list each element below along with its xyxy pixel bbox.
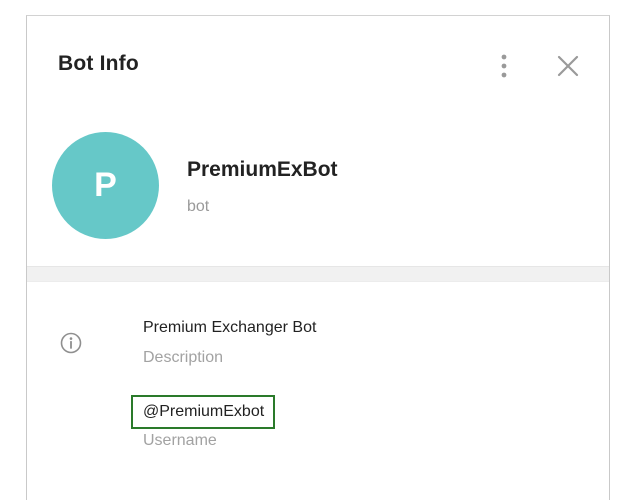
more-vertical-icon xyxy=(489,49,519,83)
username-label: Username xyxy=(143,432,217,449)
close-icon xyxy=(553,51,583,81)
more-options-button[interactable] xyxy=(489,49,519,83)
bot-info-dialog: Bot Info P PremiumExBot bot Premium Exch… xyxy=(26,15,610,500)
screen: Bot Info P PremiumExBot bot Premium Exch… xyxy=(0,0,630,500)
description-value: Premium Exchanger Bot xyxy=(143,319,317,336)
avatar[interactable]: P xyxy=(52,132,159,239)
bot-type-label: bot xyxy=(187,198,210,215)
description-label: Description xyxy=(143,349,224,366)
bot-name: PremiumExBot xyxy=(187,158,338,181)
info-icon xyxy=(60,332,82,354)
section-divider xyxy=(27,266,609,282)
bot-profile: P PremiumExBot bot xyxy=(27,116,609,266)
dialog-title: Bot Info xyxy=(58,52,139,75)
dialog-header: Bot Info xyxy=(27,16,609,116)
close-button[interactable] xyxy=(553,51,583,81)
username-value[interactable]: @PremiumExbot xyxy=(131,395,276,429)
info-section: Premium Exchanger Bot Description @Premi… xyxy=(27,282,609,500)
